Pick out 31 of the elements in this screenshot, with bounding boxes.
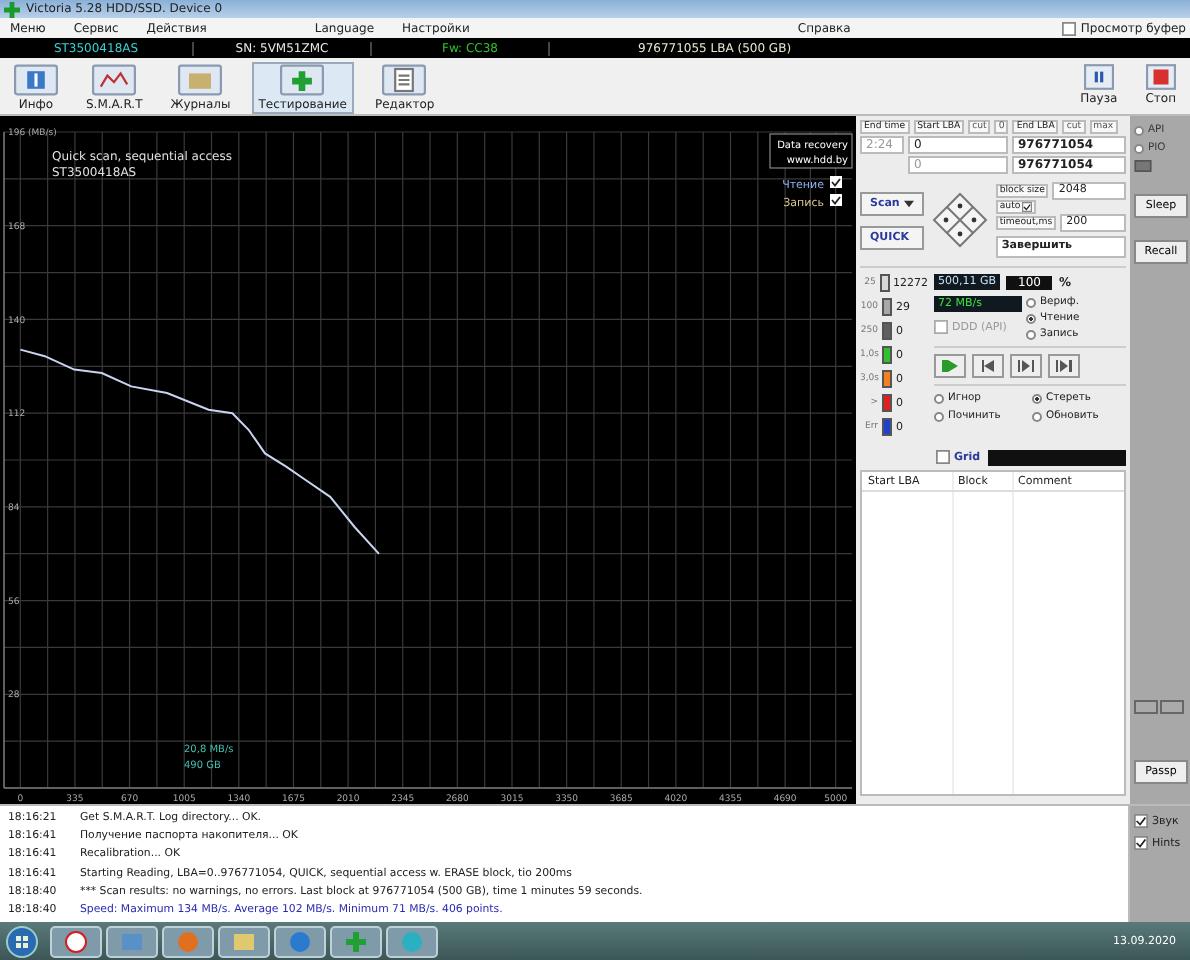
plus-icon <box>4 1 20 17</box>
play-icon[interactable] <box>934 354 966 378</box>
skip-end-icon[interactable] <box>1048 354 1080 378</box>
timer-display <box>988 449 1126 465</box>
option-checkbox[interactable] <box>1134 836 1148 850</box>
small-button-icon[interactable] <box>1134 700 1158 714</box>
info-icon <box>14 64 58 96</box>
auto-checkbox[interactable] <box>1022 201 1033 211</box>
skip-back-icon[interactable] <box>972 354 1004 378</box>
folder-icon <box>178 64 223 96</box>
plus-icon[interactable] <box>330 926 382 958</box>
caret-icon <box>903 199 914 207</box>
small-button-icon[interactable] <box>1160 700 1184 714</box>
pause-icon <box>1083 64 1114 90</box>
buffer-view-checkbox[interactable] <box>1062 21 1077 35</box>
legend-checkbox[interactable] <box>830 176 842 188</box>
browser-icon[interactable] <box>50 926 102 958</box>
stop-icon <box>1145 64 1176 90</box>
grid-checkbox[interactable] <box>936 450 950 464</box>
chart-icon <box>92 64 137 96</box>
option-checkbox[interactable] <box>1134 814 1148 828</box>
start-button[interactable] <box>6 926 38 958</box>
app-icon[interactable] <box>274 926 326 958</box>
step-forward-icon[interactable] <box>1010 354 1042 378</box>
legend-checkbox[interactable] <box>830 194 842 206</box>
folder-icon[interactable] <box>218 926 270 958</box>
plus-icon <box>280 64 325 96</box>
direction-pad[interactable] <box>929 190 990 250</box>
document-icon <box>382 64 427 96</box>
ddd-checkbox[interactable] <box>934 320 948 334</box>
chip-icon <box>1134 160 1152 172</box>
